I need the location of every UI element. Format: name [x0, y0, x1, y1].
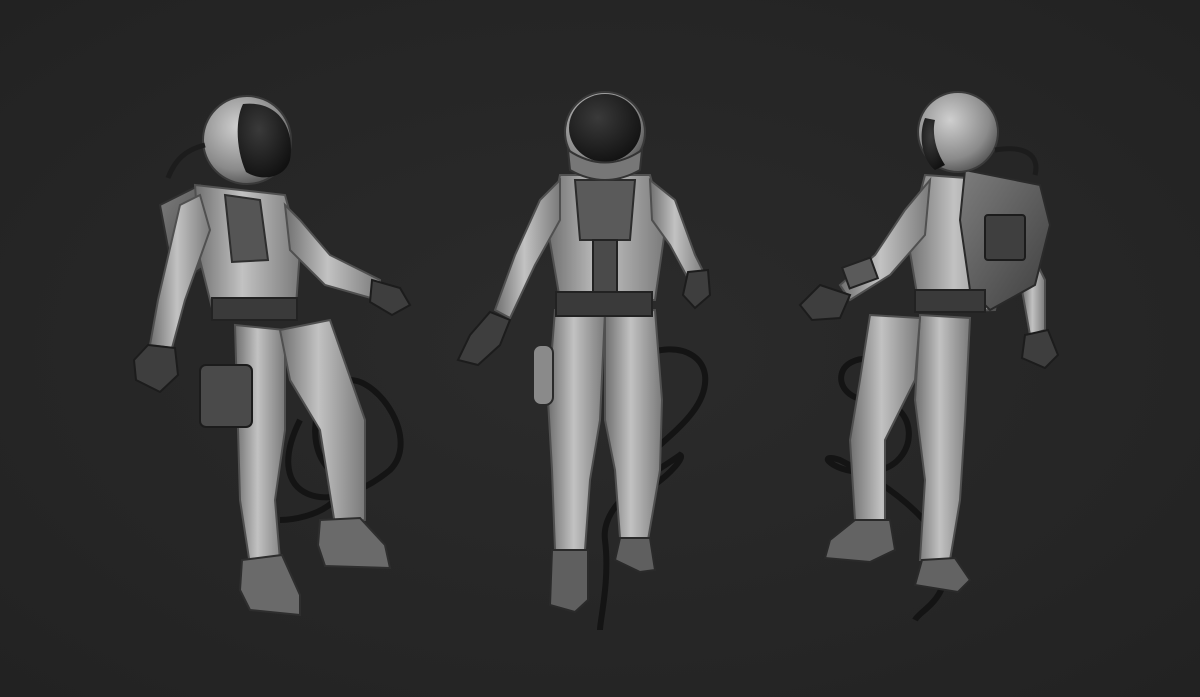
astronaut-left — [132, 95, 412, 617]
astronaut-right — [798, 91, 1060, 622]
astronaut-render — [132, 91, 1060, 631]
astronaut-center — [456, 91, 712, 631]
render-viewport — [0, 0, 1200, 697]
